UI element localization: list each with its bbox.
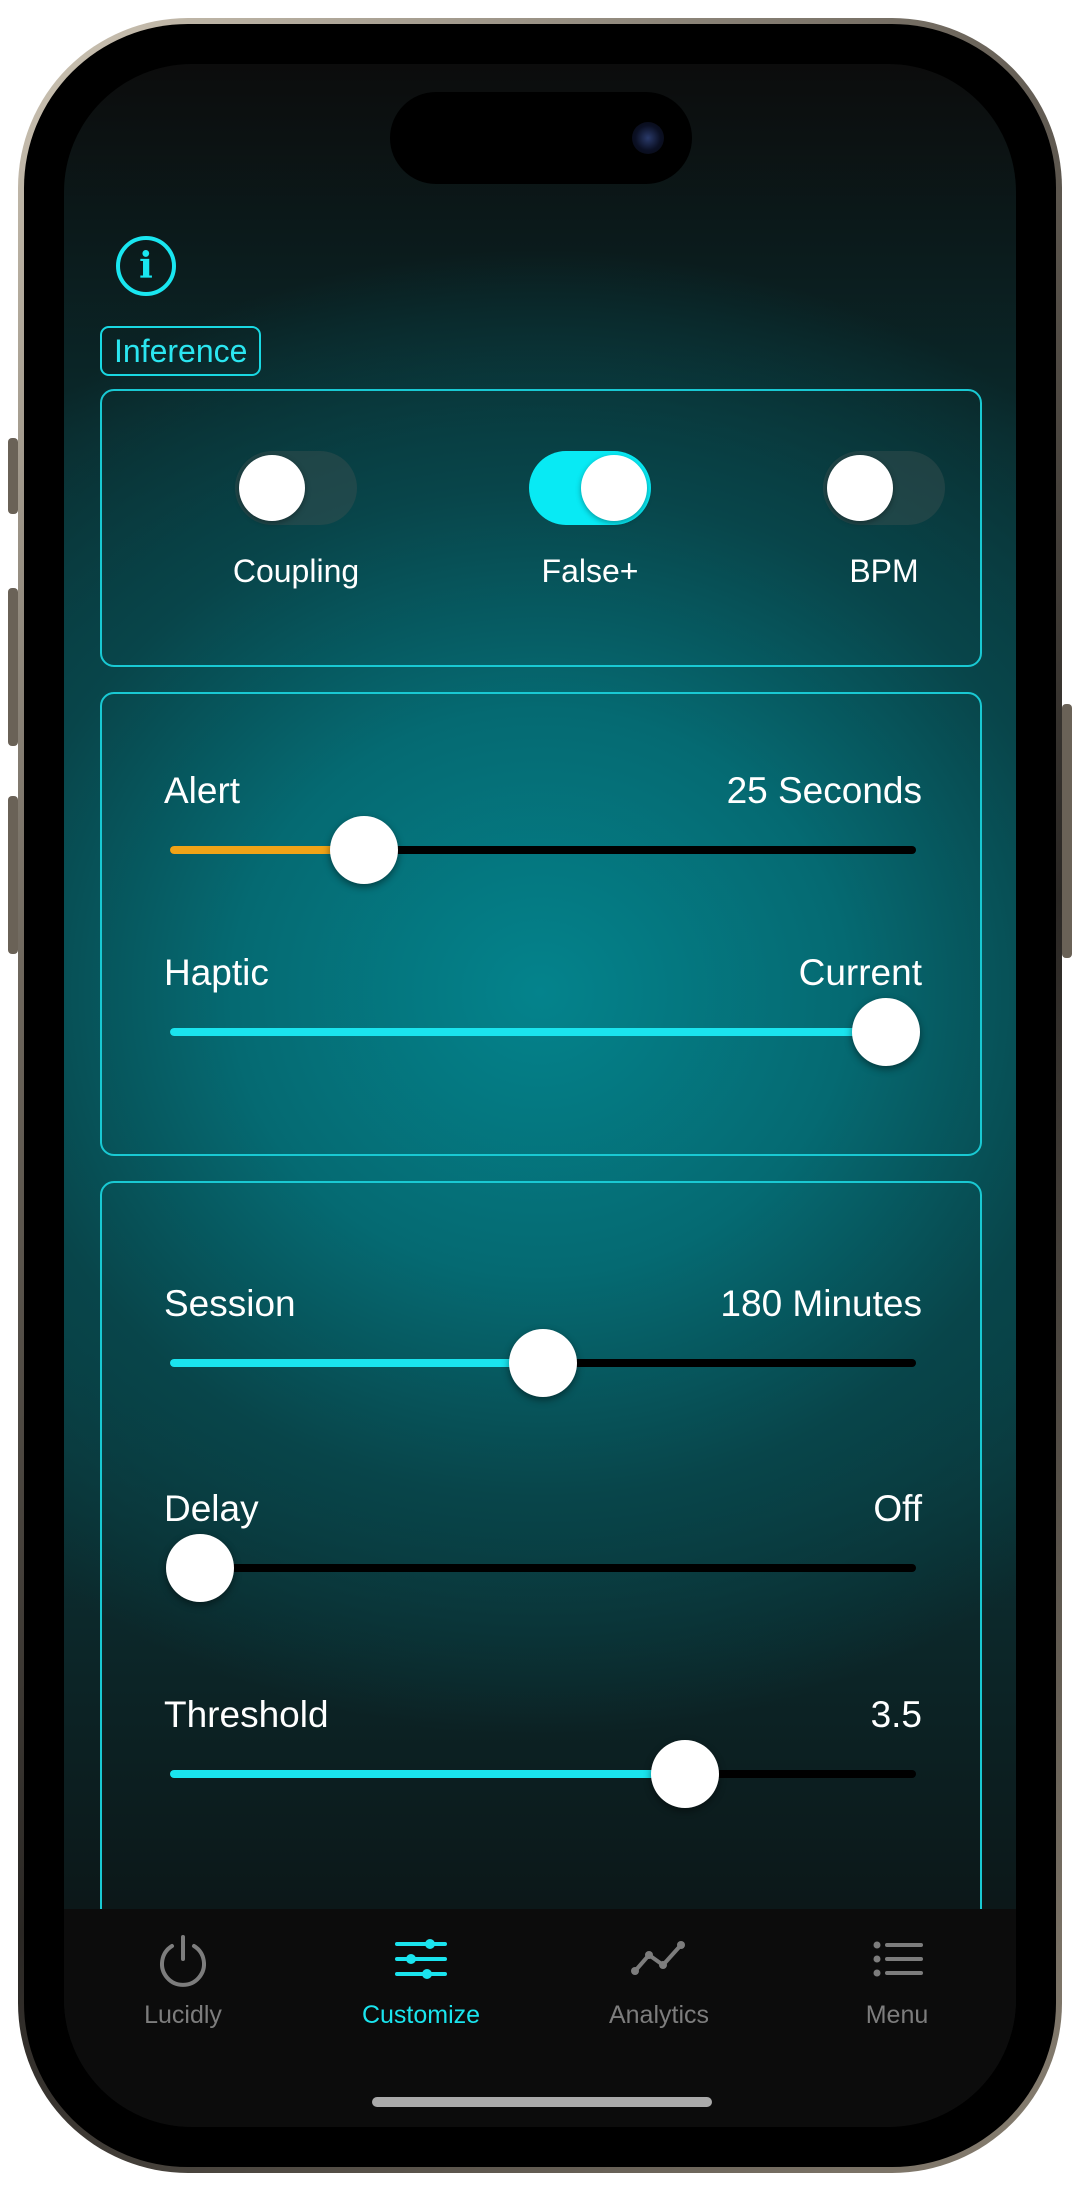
toggle-false-positive[interactable]: False+	[490, 451, 690, 590]
threshold-fill	[170, 1770, 685, 1778]
alert-track[interactable]	[170, 816, 916, 884]
coupling-label: Coupling	[232, 553, 360, 589]
tab-lucidly[interactable]: Lucidly	[64, 1931, 302, 2030]
switch-knob	[827, 455, 893, 521]
false-positive-switch[interactable]	[529, 451, 651, 525]
session-thumb[interactable]	[509, 1329, 577, 1397]
delay-value: Off	[873, 1488, 922, 1529]
switch-knob	[239, 455, 305, 521]
app-screen: i Inference Coupling False+ BPM Alert 25…	[64, 64, 1016, 2127]
coupling-switch[interactable]	[235, 451, 357, 525]
threshold-thumb[interactable]	[650, 1740, 719, 1808]
threshold-value: 3.5	[870, 1694, 922, 1735]
tab-customize-label: Customize	[361, 2001, 481, 2029]
haptic-label: Haptic	[164, 952, 269, 993]
tab-customize[interactable]: Customize	[302, 1931, 540, 2030]
haptic-thumb[interactable]	[852, 998, 921, 1066]
session-track[interactable]	[170, 1329, 916, 1397]
alert-thumb[interactable]	[329, 816, 398, 884]
home-indicator[interactable]	[372, 2097, 712, 2107]
tab-lucidly-label: Lucidly	[144, 2001, 222, 2029]
camera-icon	[632, 122, 664, 154]
power-icon	[160, 1935, 206, 1987]
session-card: Session 180 Minutes Delay Off Threshold …	[100, 1181, 982, 1923]
haptic-fill	[170, 1028, 887, 1036]
switch-knob	[581, 455, 647, 521]
volume-up-button	[8, 588, 18, 746]
haptic-track[interactable]	[170, 998, 921, 1066]
volume-down-button	[8, 796, 18, 954]
power-button	[1062, 704, 1072, 958]
false-positive-label: False+	[541, 553, 639, 589]
list-icon	[873, 1941, 923, 1977]
toggle-bpm[interactable]: BPM	[784, 451, 984, 590]
action-button	[8, 438, 18, 514]
haptic-value: Current	[798, 952, 922, 993]
bpm-label: BPM	[849, 553, 919, 589]
toggles-card: Coupling False+ BPM	[100, 389, 982, 667]
toggle-coupling[interactable]: Coupling	[196, 451, 396, 590]
delay-track[interactable]	[165, 1534, 916, 1602]
section-tag: Inference	[100, 326, 262, 376]
bpm-switch[interactable]	[823, 451, 945, 525]
session-value: 180 Minutes	[720, 1283, 922, 1324]
line-graph-icon	[631, 1941, 685, 1975]
alert-label: Alert	[164, 770, 241, 811]
tab-menu-label: Menu	[865, 2001, 929, 2029]
threshold-label: Threshold	[164, 1694, 329, 1735]
tab-bar: Lucidly Customize Analytics Menu	[64, 1909, 1016, 2127]
tab-analytics-label: Analytics	[608, 2001, 710, 2029]
threshold-track[interactable]	[170, 1740, 916, 1808]
delay-label: Delay	[164, 1488, 259, 1529]
tab-analytics[interactable]: Analytics	[540, 1931, 778, 2030]
tab-menu[interactable]: Menu	[778, 1931, 1016, 2030]
sliders-icon	[395, 1939, 447, 1979]
session-fill	[170, 1359, 543, 1367]
info-icon[interactable]: i	[116, 236, 176, 296]
feedback-card: Alert 25 Seconds Haptic Current	[100, 692, 982, 1156]
dynamic-island	[390, 92, 692, 184]
delay-thumb[interactable]	[165, 1534, 234, 1602]
alert-value: 25 Seconds	[726, 770, 922, 811]
session-label: Session	[164, 1283, 296, 1324]
